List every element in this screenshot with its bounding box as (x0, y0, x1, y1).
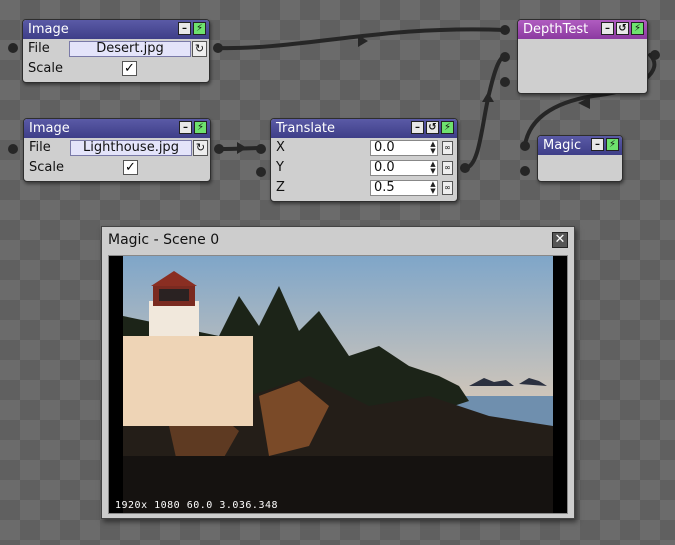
close-icon[interactable]: ✕ (552, 232, 568, 248)
wire-arrow (237, 142, 247, 154)
lighthouse-image (109, 256, 567, 513)
minimize-icon[interactable]: – (601, 22, 614, 35)
scale-checkbox[interactable]: ✓ (122, 61, 137, 76)
node-title: Magic (543, 138, 582, 153)
minimize-icon[interactable]: – (591, 138, 604, 151)
spin-arrows-icon[interactable]: ▲ ▼ (428, 141, 438, 155)
port-in (500, 25, 510, 35)
file-field[interactable]: Desert.jpg (69, 41, 191, 57)
loop-icon[interactable]: ↺ (616, 22, 629, 35)
link-icon[interactable]: ∞ (442, 181, 453, 195)
image-node-lighthouse[interactable]: Image – ⚡ File Lighthouse.jpg ↻ Scale ✓ (23, 118, 211, 182)
node-header[interactable]: Image – ⚡ (23, 20, 209, 39)
node-header[interactable]: Translate – ↺ ⚡ (271, 119, 457, 138)
port-in (8, 144, 18, 154)
power-icon[interactable]: ⚡ (631, 22, 644, 35)
depthtest-node[interactable]: DepthTest – ↺ ⚡ (517, 19, 648, 94)
minimize-icon[interactable]: – (179, 121, 192, 134)
port-out (650, 50, 660, 60)
link-icon[interactable]: ∞ (442, 161, 453, 175)
wire-arrow (482, 92, 494, 102)
render-stats: 1920x 1080 60.0 3.036.348 (115, 500, 279, 511)
reload-icon[interactable]: ↻ (193, 140, 208, 156)
scale-label: Scale (29, 160, 64, 175)
node-header[interactable]: DepthTest – ↺ ⚡ (518, 20, 647, 39)
node-title: Translate (276, 121, 336, 136)
translate-node[interactable]: Translate – ↺ ⚡ X 0.0 ▲ ▼ ∞ Y 0.0 ▲ ▼ ∞ Z … (270, 118, 458, 202)
x-label: X (276, 140, 285, 155)
node-title: Image (29, 121, 70, 136)
loop-icon[interactable]: ↺ (426, 121, 439, 134)
port-in (256, 144, 266, 154)
spin-arrows-icon[interactable]: ▲ ▼ (428, 181, 438, 195)
reload-icon[interactable]: ↻ (192, 41, 207, 57)
y-label: Y (276, 160, 284, 175)
scale-label: Scale (28, 61, 63, 76)
preview-viewport[interactable]: 1920x 1080 60.0 3.036.348 (108, 255, 568, 514)
port-in (8, 43, 18, 53)
power-icon[interactable]: ⚡ (193, 22, 206, 35)
link-icon[interactable]: ∞ (442, 141, 453, 155)
minimize-icon[interactable]: – (411, 121, 424, 134)
spin-arrows-icon[interactable]: ▲ ▼ (428, 161, 438, 175)
port-out (214, 144, 224, 154)
power-icon[interactable]: ⚡ (606, 138, 619, 151)
port-in (500, 77, 510, 87)
image-node-desert[interactable]: Image – ⚡ File Desert.jpg ↻ Scale ✓ (22, 19, 210, 83)
file-label: File (28, 41, 50, 56)
power-icon[interactable]: ⚡ (441, 121, 454, 134)
port-in (520, 141, 530, 151)
node-title: DepthTest (523, 22, 589, 37)
node-header[interactable]: Image – ⚡ (24, 119, 210, 138)
port-out (213, 43, 223, 53)
power-icon[interactable]: ⚡ (194, 121, 207, 134)
port-in (256, 167, 266, 177)
scale-checkbox[interactable]: ✓ (123, 160, 138, 175)
window-title: Magic - Scene 0 (108, 232, 220, 248)
port-in (520, 166, 530, 176)
port-in (500, 52, 510, 62)
z-label: Z (276, 180, 285, 195)
node-title: Image (28, 22, 69, 37)
wire-translate-to-depthtest (463, 53, 507, 170)
node-header[interactable]: Magic – ⚡ (538, 136, 622, 155)
file-field[interactable]: Lighthouse.jpg (70, 140, 192, 156)
magic-node[interactable]: Magic – ⚡ (537, 135, 623, 182)
file-label: File (29, 140, 51, 155)
minimize-icon[interactable]: – (178, 22, 191, 35)
port-out (460, 163, 470, 173)
preview-window[interactable]: Magic - Scene 0 ✕ 1920x 1080 60.0 3.036.… (101, 226, 575, 519)
